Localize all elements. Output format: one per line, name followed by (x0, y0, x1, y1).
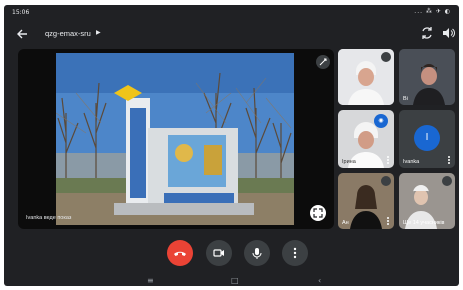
more-options-icon[interactable] (446, 155, 452, 165)
speaking-indicator-icon: ◉ (374, 114, 388, 128)
pin-icon[interactable] (442, 176, 452, 186)
video-camera-icon (213, 249, 224, 257)
status-time: 15:06 (12, 9, 30, 16)
status-bar: 15:06 ... ⁂ ✈ ◐ (4, 5, 459, 19)
participant-tile[interactable]: Ще 14 учасників (399, 173, 455, 229)
participant-tile[interactable]: ◉ Ірина (338, 110, 394, 168)
participant-name: Ан (342, 220, 349, 226)
presenter-caption: Ivanka веде показ (26, 215, 72, 221)
android-screen: 15:06 ... ⁂ ✈ ◐ qzg-emax-sru ▶ Ivanka ве… (4, 5, 459, 286)
participant-tile[interactable]: Ві (399, 49, 455, 105)
status-icons: ... ⁂ ✈ ◐ (414, 8, 451, 15)
end-call-button[interactable] (167, 240, 193, 266)
participant-tile[interactable] (338, 49, 394, 105)
more-options-button[interactable] (282, 240, 308, 266)
meeting-top-bar: qzg-emax-sru ▶ (4, 23, 459, 45)
participant-name: Ірина (342, 159, 356, 165)
meeting-code[interactable]: qzg-emax-sru (45, 29, 91, 38)
pin-icon[interactable] (381, 176, 391, 186)
participant-tile[interactable]: Ан (338, 173, 394, 229)
speaker-icon[interactable] (441, 26, 455, 40)
pin-icon[interactable] (381, 52, 391, 62)
call-controls (4, 239, 459, 269)
android-nav-bar: ≡ □ ‹ (4, 276, 459, 286)
more-vertical-icon (293, 247, 297, 259)
more-options-icon[interactable] (385, 155, 391, 165)
more-options-icon[interactable] (385, 216, 391, 226)
fullscreen-button[interactable] (310, 205, 326, 221)
meeting-info-arrow-icon[interactable]: ▶ (96, 29, 101, 36)
recent-apps-icon[interactable]: ≡ (147, 276, 154, 285)
nav-back-icon[interactable]: ‹ (318, 276, 321, 285)
home-icon[interactable]: □ (231, 276, 239, 285)
participant-tile[interactable]: I Ivanka (399, 110, 455, 168)
microphone-icon (252, 248, 262, 259)
fullscreen-icon (313, 208, 323, 218)
presentation-tile[interactable]: Ivanka веде показ (18, 49, 334, 229)
camera-button[interactable] (206, 240, 232, 266)
more-participants-label[interactable]: Ще 14 учасників (403, 220, 444, 226)
participant-avatar: I (414, 125, 440, 151)
back-arrow-icon[interactable] (16, 27, 28, 39)
microphone-button[interactable] (244, 240, 270, 266)
pin-icon[interactable] (316, 55, 330, 69)
participant-name: Ві (403, 96, 408, 102)
switch-camera-icon[interactable] (420, 26, 434, 40)
shared-screen-photo (56, 53, 294, 225)
hang-up-icon (174, 251, 186, 256)
participant-name: Ivanka (403, 159, 420, 165)
